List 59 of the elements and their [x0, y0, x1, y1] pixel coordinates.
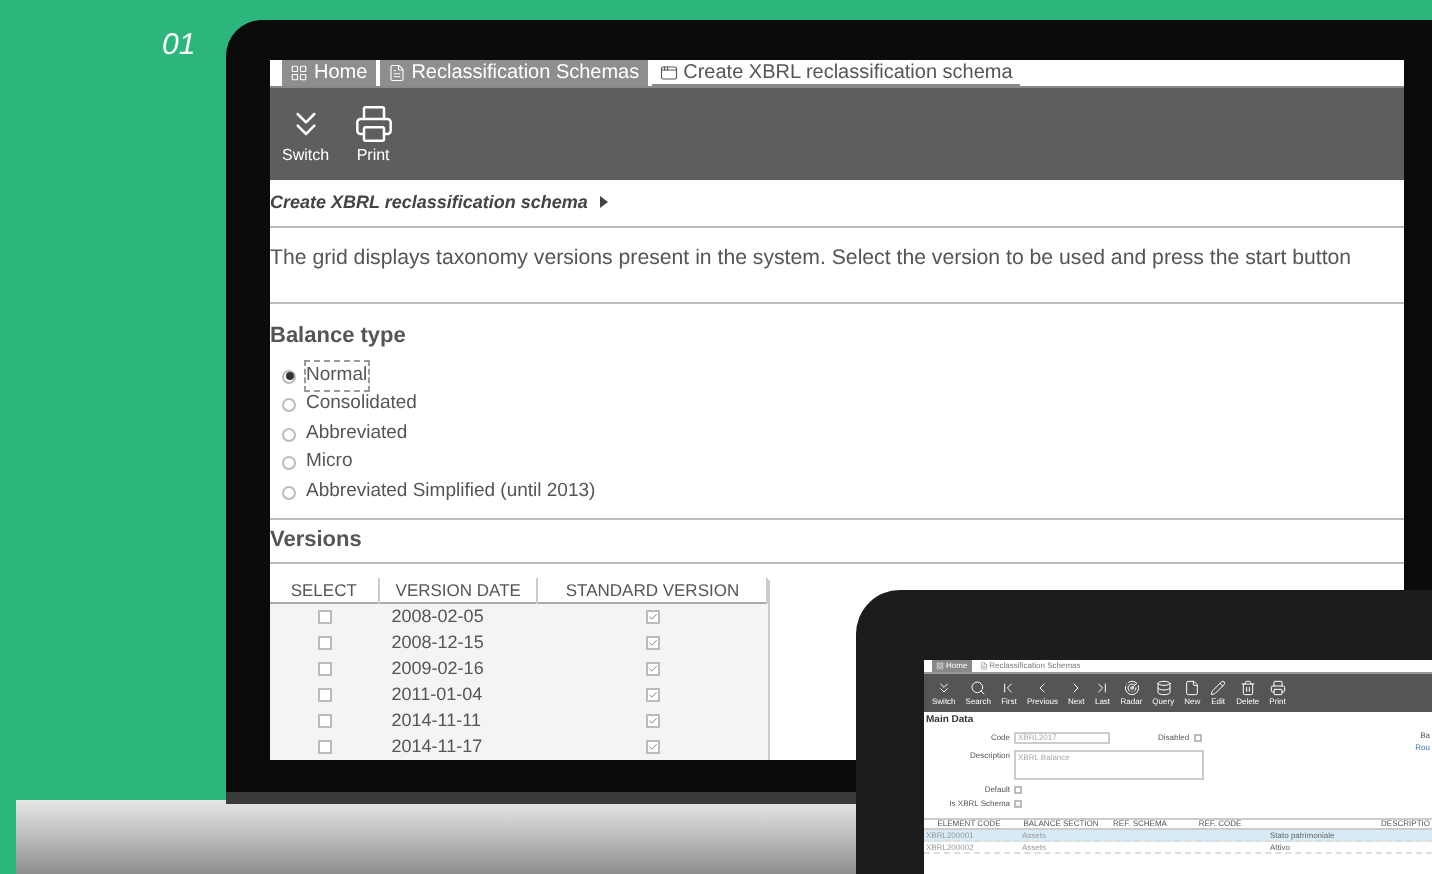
trash-icon	[1239, 680, 1256, 696]
file-icon	[1184, 680, 1201, 696]
checkbox[interactable]	[317, 714, 332, 728]
toolbar-button[interactable]: Switch	[282, 103, 330, 164]
checkbox[interactable]	[1014, 786, 1022, 794]
table-cell-text: 2014-11-17	[389, 733, 485, 760]
first-icon	[1000, 680, 1017, 696]
section-heading: Versions	[270, 526, 362, 557]
printer-icon	[1269, 680, 1286, 696]
caret-icon	[599, 196, 608, 209]
table-cell-text: 2014-11-11	[389, 707, 483, 734]
checkbox[interactable]	[1193, 734, 1202, 742]
section-heading: Balance type	[270, 322, 408, 353]
window-icon	[659, 63, 678, 81]
column-header: SELECT	[270, 578, 380, 604]
radio-label: Normal	[306, 361, 368, 391]
breadcrumb: Create XBRL reclassification schema	[270, 189, 588, 215]
checkbox[interactable]	[646, 688, 661, 702]
checkbox[interactable]	[317, 610, 332, 624]
description-text: The grid displays taxonomy versions present in the system. Select the version to be used and press the start button	[270, 243, 1354, 274]
radar-icon	[1123, 680, 1140, 696]
table-cell-text: 2008-02-05	[389, 603, 486, 630]
table-cell-text: 2009-02-16	[389, 655, 486, 682]
printer-icon	[353, 103, 394, 144]
radio-label: Abbreviated	[306, 419, 408, 448]
grid-icon	[936, 662, 944, 670]
checkbox[interactable]	[646, 636, 661, 650]
table-cell-text: 2008-12-15	[389, 629, 486, 656]
radio-label: Abbreviated Simplified (until 2013)	[306, 477, 596, 506]
checkbox[interactable]	[317, 636, 332, 650]
database-icon	[1155, 680, 1172, 696]
checkbox[interactable]	[317, 688, 332, 702]
double-chevron-icon	[935, 680, 952, 696]
checkbox[interactable]	[646, 610, 661, 624]
grid-icon	[290, 64, 308, 82]
radio-label: Micro	[306, 448, 353, 477]
document-icon	[387, 64, 406, 82]
search-icon	[970, 680, 987, 696]
column-header: VERSION DATE	[379, 578, 539, 604]
checkbox[interactable]	[1014, 800, 1022, 808]
tab[interactable]: Create XBRL reclassification schema	[651, 60, 1021, 86]
radio-label: Consolidated	[306, 390, 417, 419]
checkbox[interactable]	[646, 740, 661, 754]
radio-button[interactable]	[282, 369, 296, 384]
pencil-icon	[1210, 680, 1227, 696]
last-icon	[1094, 680, 1111, 696]
radio-button[interactable]	[282, 456, 296, 471]
checkbox[interactable]	[646, 662, 661, 676]
slide-number: 01	[162, 26, 196, 66]
radio-button[interactable]	[282, 398, 296, 413]
checkbox[interactable]	[317, 740, 332, 754]
column-header: STANDARD VERSION	[538, 578, 768, 604]
checkbox[interactable]	[646, 714, 661, 728]
checkbox[interactable]	[317, 662, 332, 676]
toolbar-button[interactable]: Print	[353, 103, 394, 164]
radio-button[interactable]	[282, 485, 296, 500]
radio-button[interactable]	[282, 427, 296, 442]
table-cell-text: 2011-01-04	[389, 681, 485, 708]
document-icon	[979, 662, 988, 670]
